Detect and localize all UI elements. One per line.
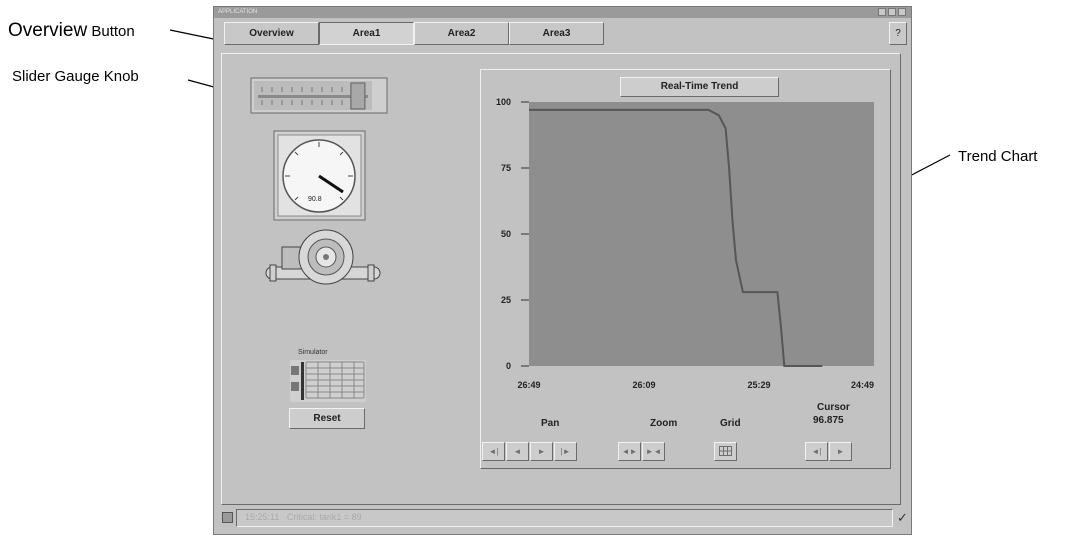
tab-area3[interactable]: Area3	[509, 22, 604, 45]
reset-button[interactable]: Reset	[289, 408, 365, 429]
trend-chart-callout: Trend Chart	[958, 148, 1038, 165]
y-tick-label: 50	[501, 229, 511, 239]
tab-area1[interactable]: Area1	[319, 22, 414, 45]
minimize-icon[interactable]	[878, 8, 886, 16]
zoom-label: Zoom	[650, 418, 678, 429]
cursor-value: 96.875	[813, 415, 844, 426]
overview-callout-main: Overview	[8, 20, 88, 41]
trend-title: Real-Time Trend	[620, 77, 779, 97]
application-window: APPLICATION Overview Area1 Area2 Area3 ?…	[213, 6, 912, 535]
tab-area2[interactable]: Area2	[414, 22, 509, 45]
y-tick-label: 75	[501, 163, 511, 173]
pan-first-button[interactable]: ◄|	[482, 442, 505, 461]
pan-label: Pan	[541, 418, 560, 429]
title-bar: APPLICATION	[214, 7, 911, 18]
overview-callout-suffix: Button	[87, 23, 135, 40]
y-tick-label: 25	[501, 295, 511, 305]
tab-overview[interactable]: Overview	[224, 22, 319, 45]
zoom-out-button[interactable]: ►◄	[642, 442, 665, 461]
help-button[interactable]: ?	[889, 22, 907, 45]
simulator-grid-icon	[290, 360, 366, 402]
slider-knob	[350, 82, 366, 110]
cursor-right-button[interactable]: ►	[829, 442, 852, 461]
grid-label: Grid	[720, 418, 741, 429]
x-tick-label: 24:49	[851, 380, 874, 390]
acknowledge-button[interactable]: ✓	[895, 509, 910, 527]
status-message: 15:25:11 Critical: tank1 = 89	[245, 512, 362, 522]
trend-chart: 100 75 50 25 0 26:49 26:09 25:29 24:49	[496, 97, 874, 390]
pump-icon	[265, 229, 381, 285]
y-tick-label: 100	[496, 97, 511, 107]
pan-back-button[interactable]: ◄	[506, 442, 529, 461]
cursor-left-button[interactable]: ◄|	[805, 442, 828, 461]
status-field: 15:25:11 Critical: tank1 = 89	[236, 509, 893, 527]
y-tick-label: 0	[506, 361, 511, 371]
x-tick-label: 26:09	[632, 380, 655, 390]
maximize-icon[interactable]	[888, 8, 896, 16]
grid-icon	[719, 446, 732, 456]
x-tick-label: 25:29	[747, 380, 770, 390]
zoom-in-button[interactable]: ◄►	[618, 442, 641, 461]
grid-button[interactable]	[714, 442, 737, 461]
status-icon[interactable]	[222, 512, 233, 523]
pan-last-button[interactable]: |►	[554, 442, 577, 461]
window-title: APPLICATION	[218, 9, 258, 15]
overview-callout: Overview Button	[8, 20, 135, 42]
slider-gauge[interactable]	[250, 77, 390, 117]
dial-gauge	[273, 130, 366, 221]
simulator-label: Simulator	[298, 349, 328, 356]
cursor-label: Cursor	[817, 402, 850, 413]
gauge-value: 90.8	[308, 196, 322, 203]
trend-plot-area	[529, 102, 874, 366]
slider-gauge-knob-callout: Slider Gauge Knob	[12, 68, 139, 85]
close-icon[interactable]	[898, 8, 906, 16]
pan-forward-button[interactable]: ►	[530, 442, 553, 461]
x-tick-label: 26:49	[517, 380, 540, 390]
